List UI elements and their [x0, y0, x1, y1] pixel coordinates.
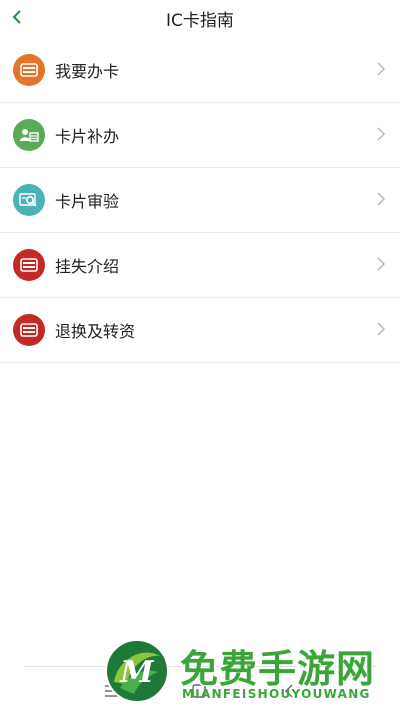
chevron-right-icon [377, 257, 386, 271]
watermark: M 免费手游网 MIANFEISHOUYOUWANG [104, 634, 394, 708]
list-item-label: 我要办卡 [55, 62, 120, 81]
watermark-title: 免费手游网 [180, 647, 376, 691]
page-title: IC卡指南 [166, 11, 234, 31]
card-icon [13, 314, 45, 346]
chevron-right-icon [377, 322, 386, 336]
guide-list: 我要办卡 卡片补办 卡片审验 挂失介绍 退换及转资 [0, 38, 400, 363]
chevron-right-icon [377, 62, 386, 76]
chevron-right-icon [377, 192, 386, 206]
watermark-logo-icon: M [105, 639, 169, 703]
list-item-apply-card[interactable]: 我要办卡 [0, 38, 400, 103]
list-item-label: 卡片审验 [55, 192, 120, 211]
list-item-refund-transfer[interactable]: 退换及转资 [0, 298, 400, 363]
chevron-right-icon [377, 127, 386, 141]
list-item-report-loss[interactable]: 挂失介绍 [0, 233, 400, 298]
card-icon [13, 54, 45, 86]
watermark-subtitle: MIANFEISHOUYOUWANG [182, 687, 371, 701]
id-card-icon [13, 119, 45, 151]
list-item-label: 退换及转资 [55, 322, 136, 341]
card-search-icon [13, 184, 45, 216]
list-item-reissue-card[interactable]: 卡片补办 [0, 103, 400, 168]
list-item-verify-card[interactable]: 卡片审验 [0, 168, 400, 233]
list-item-label: 卡片补办 [55, 127, 120, 146]
svg-text:M: M [119, 655, 154, 690]
card-icon [13, 249, 45, 281]
list-item-label: 挂失介绍 [55, 257, 120, 276]
header: IC卡指南 [0, 0, 400, 36]
